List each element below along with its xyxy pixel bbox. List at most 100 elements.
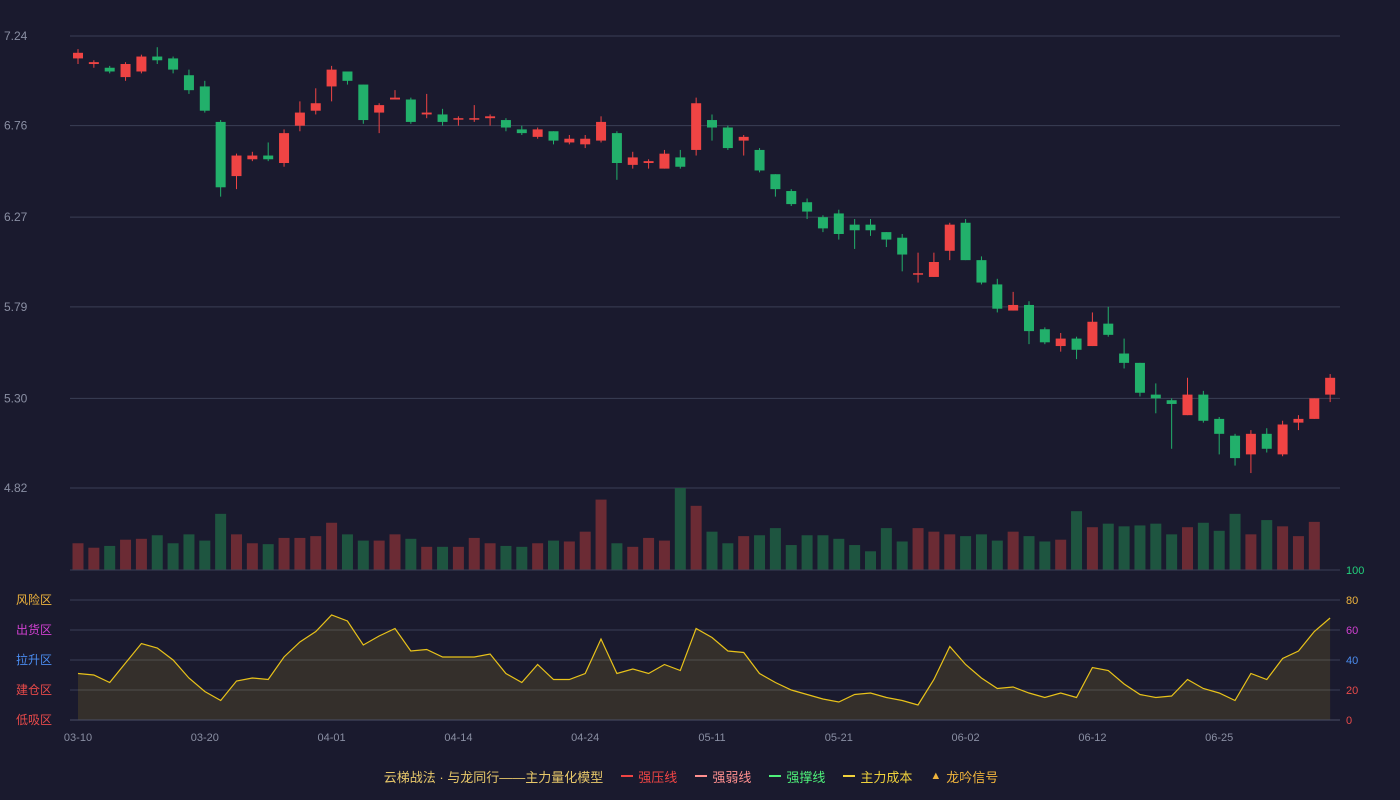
- volume-bar: [738, 536, 750, 570]
- candle-body: [279, 133, 290, 164]
- volume-bar: [865, 551, 876, 570]
- volume-bar: [1086, 527, 1098, 570]
- candle-body: [120, 64, 131, 78]
- legend-item-strength[interactable]: 强弱线: [695, 767, 751, 786]
- candle-body: [469, 118, 480, 120]
- volume-bar: [1245, 534, 1257, 570]
- legend-item-label: 龙吟信号: [946, 769, 999, 785]
- legend-item-signal[interactable]: ▲ 龙吟信号: [930, 767, 998, 786]
- volume-bar: [437, 546, 449, 570]
- candle-body: [73, 52, 83, 59]
- candle-body: [152, 56, 163, 61]
- candle-body: [453, 118, 464, 120]
- volume-bar: [706, 531, 718, 570]
- volume-bar: [532, 543, 544, 570]
- solid-line-icon: [621, 775, 634, 777]
- volume-bar: [484, 543, 496, 570]
- volume-bar: [326, 522, 338, 570]
- indicator-area: [78, 615, 1331, 720]
- volume-bar: [769, 528, 781, 570]
- x-axis-tick: 06-12: [1078, 732, 1106, 744]
- candle-body: [1103, 323, 1114, 335]
- candle-body: [294, 112, 305, 126]
- candle-body: [897, 237, 908, 255]
- candle-body: [1039, 329, 1050, 343]
- price-axis-tick: 6.76: [4, 119, 28, 133]
- legend-item-label: 强压线: [638, 769, 678, 785]
- candle-body: [611, 133, 622, 164]
- chart-legend: 云梯战法 · 与龙同行——主力量化模型 强压线 强弱线 强撑线 主力成本 ▲ 龙…: [0, 766, 1400, 786]
- volume-bar: [452, 546, 464, 570]
- candle-body: [532, 129, 543, 137]
- chart-stage: 7.24 6.76 6.27 5.79 5.30 4.82 100 80 60 40 20 0 风险区出…: [0, 0, 1400, 800]
- volume-bar: [500, 545, 512, 570]
- candle-body: [1071, 338, 1082, 350]
- indicator-axis-tick: 0: [1346, 715, 1352, 727]
- volume-bar: [104, 545, 116, 570]
- legend-item-resistance[interactable]: 强压线: [621, 767, 677, 786]
- volume-bar: [294, 537, 306, 570]
- volume-bar: [991, 540, 1003, 570]
- volume-bar: [754, 535, 766, 570]
- legend-item-label: 强撑线: [786, 769, 826, 785]
- candle-body: [390, 97, 400, 100]
- dashed-line-icon: [843, 775, 856, 777]
- candle-body: [437, 114, 448, 122]
- indicator-axis-tick: 100: [1346, 565, 1364, 577]
- volume-bar: [896, 541, 908, 570]
- candle-body: [326, 69, 337, 87]
- candle-body: [738, 136, 749, 141]
- volume-bar: [310, 536, 322, 570]
- volume-bar: [1197, 522, 1209, 570]
- volume-bar: [849, 545, 861, 570]
- price-axis-tick: 7.24: [4, 29, 28, 43]
- price-axis-tick: 6.27: [4, 210, 28, 224]
- candle-body: [675, 157, 686, 167]
- indicator-axis-tick: 60: [1346, 625, 1358, 637]
- volume-bar: [215, 513, 227, 570]
- volume-bar: [262, 544, 274, 570]
- volume-bar: [231, 534, 242, 570]
- volume-bar: [674, 488, 686, 570]
- volume-bar: [405, 538, 417, 570]
- volume-bar: [595, 499, 607, 570]
- candle-body: [1293, 418, 1304, 423]
- volume-bar: [1023, 536, 1035, 570]
- candle-body: [263, 155, 274, 160]
- volume-bar: [246, 543, 258, 570]
- candle-body: [770, 174, 781, 190]
- candle-body: [1150, 394, 1161, 399]
- volume-bar: [912, 528, 924, 570]
- volume-bar: [1229, 513, 1241, 570]
- candle-body: [564, 138, 575, 143]
- indicator-zone-label: 建仓区: [16, 683, 52, 697]
- candle-body: [849, 224, 860, 231]
- volume-bar: [88, 547, 100, 570]
- legend-item-cost[interactable]: 主力成本: [843, 767, 912, 786]
- volume-bar: [341, 534, 353, 570]
- candle-body: [1166, 400, 1177, 404]
- candle-body: [1087, 321, 1098, 347]
- candle-body: [833, 213, 844, 234]
- volume-bar: [1007, 531, 1019, 570]
- volume-bar: [833, 538, 845, 570]
- candle-body: [1261, 433, 1272, 449]
- indicator-axis-tick: 40: [1346, 655, 1358, 667]
- volume-bar: [548, 540, 559, 570]
- volume-bar: [658, 540, 670, 570]
- volume-bar: [151, 535, 163, 570]
- legend-item-support[interactable]: 强撑线: [769, 767, 825, 786]
- x-axis-tick: 04-01: [318, 732, 346, 744]
- candle-body: [374, 105, 385, 113]
- x-axis-tick: 03-10: [64, 732, 92, 744]
- candle-body: [881, 232, 892, 240]
- volume-bar: [1292, 536, 1304, 570]
- candle-body: [1309, 398, 1320, 419]
- candle-body: [802, 202, 813, 212]
- volume-bar: [690, 505, 702, 570]
- candle-body: [944, 224, 955, 251]
- x-axis-tick: 05-11: [698, 732, 725, 744]
- candle-body: [1182, 394, 1193, 416]
- x-axis-tick: 04-14: [444, 732, 472, 744]
- candle-body: [1245, 433, 1256, 455]
